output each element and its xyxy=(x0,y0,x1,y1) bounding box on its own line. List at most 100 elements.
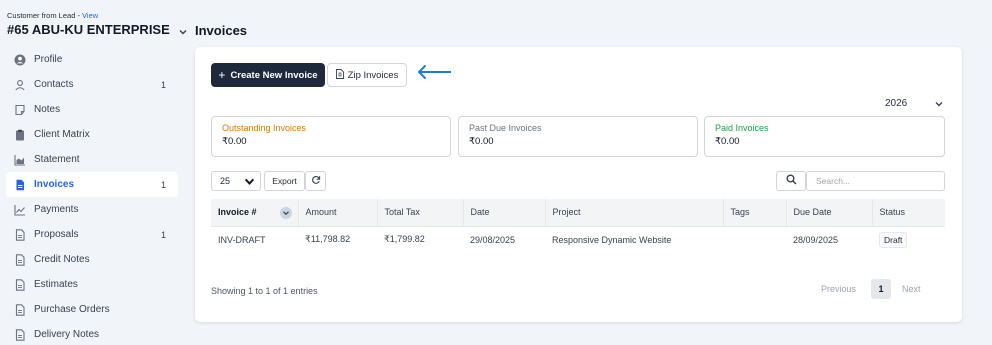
page-size-select[interactable]: 25 xyxy=(211,171,261,191)
status-cell: Draft xyxy=(872,226,945,253)
search-input[interactable] xyxy=(806,171,945,191)
sidebar-item-label: Proposals xyxy=(34,229,79,240)
plus-icon: + xyxy=(218,68,226,82)
amount-cell: ₹11,798.82 xyxy=(305,234,351,245)
entries-info: Showing 1 to 1 of 1 entries xyxy=(211,286,318,296)
file-zip-icon xyxy=(335,68,344,82)
sidebar-item-label: Purchase Orders xyxy=(34,304,110,315)
stat-label: Outstanding Invoices xyxy=(222,123,307,133)
column-header-total-tax[interactable]: Total Tax xyxy=(377,199,464,227)
pagination-previous[interactable]: Previous xyxy=(821,284,856,294)
file-icon xyxy=(14,278,26,291)
refresh-icon xyxy=(311,175,321,188)
sidebar-item-payments[interactable]: Payments xyxy=(6,197,178,222)
sidebar-item-label: Client Matrix xyxy=(34,129,90,140)
sidebar-item-invoices[interactable]: Invoices 1 xyxy=(6,172,178,197)
chevron-down-icon[interactable] xyxy=(279,207,292,219)
sidebar-item-credit-notes[interactable]: Credit Notes xyxy=(6,247,178,272)
stat-label: Past Due Invoices xyxy=(469,123,542,133)
sidebar-item-label: Delivery Notes xyxy=(34,329,100,340)
sidebar-item-statement[interactable]: Statement xyxy=(6,147,178,172)
column-header-status[interactable]: Status xyxy=(872,199,945,227)
column-header-project[interactable]: Project xyxy=(545,199,724,227)
pagination-page-current[interactable]: 1 xyxy=(871,279,891,299)
sidebar-nav: Profile Contacts 1 Notes Client Matrix S… xyxy=(6,47,178,345)
chevron-down-icon[interactable] xyxy=(934,99,944,112)
sidebar-item-label: Notes xyxy=(34,104,61,115)
line-chart-icon xyxy=(14,204,26,216)
chevron-down-icon xyxy=(178,25,188,35)
invoices-panel: + Create New Invoice Zip Invoices 2026 O… xyxy=(195,47,962,322)
refresh-button[interactable] xyxy=(305,171,326,191)
user-circle-icon xyxy=(14,54,26,66)
year-select[interactable]: 2026 xyxy=(885,98,907,109)
chart-area-icon xyxy=(14,154,26,166)
sidebar-item-label: Statement xyxy=(34,154,80,165)
arrow-left-icon xyxy=(416,64,452,83)
stat-value: ₹0.00 xyxy=(715,136,740,147)
stat-label: Paid Invoices xyxy=(715,123,769,133)
chevron-down-icon xyxy=(244,176,255,189)
export-button[interactable]: Export xyxy=(264,171,305,191)
status-badge: Draft xyxy=(879,231,908,248)
stat-value: ₹0.00 xyxy=(469,136,494,147)
paid-invoices-card[interactable]: Paid Invoices ₹0.00 xyxy=(704,116,945,157)
column-header-invoice[interactable]: Invoice # xyxy=(211,199,299,227)
file-icon xyxy=(14,303,26,316)
create-invoice-button[interactable]: + Create New Invoice xyxy=(211,63,325,87)
sidebar-item-label: Payments xyxy=(34,204,79,215)
sidebar-item-label: Invoices xyxy=(34,179,75,190)
sidebar-item-count: 1 xyxy=(160,79,166,90)
tags-cell xyxy=(723,226,786,253)
sidebar-item-label: Estimates xyxy=(34,279,78,290)
customer-selector[interactable]: #65 ABU-KU ENTERPRISE xyxy=(7,22,188,37)
column-header-tags[interactable]: Tags xyxy=(723,199,787,227)
column-header-amount[interactable]: Amount xyxy=(298,199,378,227)
file-invoice-icon xyxy=(14,179,26,191)
page-size-value: 25 xyxy=(220,176,231,186)
sidebar-item-profile[interactable]: Profile xyxy=(6,47,178,72)
total-tax-cell: ₹1,799.82 xyxy=(384,234,425,245)
user-icon xyxy=(14,79,26,91)
invoice-number-cell[interactable]: INV-DRAFT xyxy=(211,226,298,253)
sidebar-item-label: Profile xyxy=(34,54,63,65)
zip-invoices-button[interactable]: Zip Invoices xyxy=(327,63,407,87)
breadcrumb-text: Customer from Lead - xyxy=(7,11,83,20)
clipboard-icon xyxy=(14,129,26,141)
stat-value: ₹0.00 xyxy=(222,136,247,147)
sidebar-item-count: 1 xyxy=(160,229,166,240)
sidebar-item-contacts[interactable]: Contacts 1 xyxy=(6,72,178,97)
table-row[interactable]: INV-DRAFT ₹11,798.82 ₹1,799.82 29/08/202… xyxy=(211,226,945,253)
file-icon xyxy=(14,328,26,341)
column-header-label: Invoice # xyxy=(218,207,257,218)
sidebar-item-delivery-notes[interactable]: Delivery Notes xyxy=(6,322,178,345)
view-link[interactable]: View xyxy=(82,11,98,20)
outstanding-invoices-card[interactable]: Outstanding Invoices ₹0.00 xyxy=(211,116,451,157)
page-title: Invoices xyxy=(195,23,248,38)
column-header-due-date[interactable]: Due Date xyxy=(786,199,873,227)
sidebar-item-proposals[interactable]: Proposals 1 xyxy=(6,222,178,247)
file-icon xyxy=(14,253,26,266)
customer-title: #65 ABU-KU ENTERPRISE xyxy=(7,22,170,37)
breadcrumb: Customer from Lead - View xyxy=(7,11,98,20)
project-cell[interactable]: Responsive Dynamic Website xyxy=(545,226,723,253)
sidebar-item-estimates[interactable]: Estimates xyxy=(6,272,178,297)
invoices-table: Invoice # Amount Total Tax Date Project … xyxy=(211,199,945,253)
sidebar: Customer from Lead - View #65 ABU-KU ENT… xyxy=(0,0,188,345)
sidebar-item-purchase-orders[interactable]: Purchase Orders xyxy=(6,297,178,322)
sidebar-item-notes[interactable]: Notes xyxy=(6,97,178,122)
date-cell: 29/08/2025 xyxy=(470,234,516,245)
sidebar-item-client-matrix[interactable]: Client Matrix xyxy=(6,122,178,147)
sidebar-item-label: Contacts xyxy=(34,79,74,90)
file-icon xyxy=(14,228,26,241)
past-due-invoices-card[interactable]: Past Due Invoices ₹0.00 xyxy=(458,116,698,157)
pagination-next[interactable]: Next xyxy=(902,284,921,294)
due-date-cell: 28/09/2025 xyxy=(793,234,839,245)
search-button[interactable] xyxy=(776,171,806,191)
zip-invoices-label: Zip Invoices xyxy=(347,69,399,81)
search-icon xyxy=(786,174,797,188)
sidebar-item-label: Credit Notes xyxy=(34,254,90,265)
create-invoice-label: Create New Invoice xyxy=(230,69,318,81)
column-header-date[interactable]: Date xyxy=(463,199,546,227)
sidebar-item-count: 1 xyxy=(160,179,166,190)
